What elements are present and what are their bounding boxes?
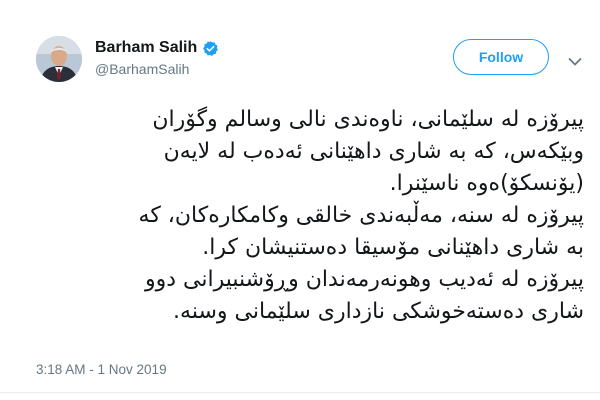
tweet-line: وبێکەس، کە بە شاری داهێنانی ئەدەب لە لای… [163, 139, 584, 164]
profile-photo-icon [36, 36, 82, 82]
follow-button[interactable]: Follow [453, 39, 549, 75]
tweet-text: پیرۆزە لە سلێمانی، ناوەندی نالی وسالم وگ… [36, 104, 584, 328]
tweet-timestamp[interactable]: 3:18 AM - 1 Nov 2019 [36, 362, 167, 377]
name-row: Barham Salih [95, 38, 219, 58]
tweet-line: بە شاری داهێنانی مۆسیقا دەستنیشان کرا. [202, 235, 584, 260]
tweet-line: پیرۆزە لە سنە، مەڵبەندی خالقی وکامکارەکا… [138, 203, 584, 228]
tweet-line: (یۆنسکۆ)ەوە ناسێنرا. [389, 171, 584, 196]
user-handle[interactable]: @BarhamSalih [95, 61, 189, 77]
tweet-line: پیرۆزە لە سلێمانی، ناوەندی نالی وسالم وگ… [152, 107, 584, 132]
display-name[interactable]: Barham Salih [95, 39, 197, 57]
avatar[interactable] [36, 36, 82, 82]
tweet-line: شاری دەستەخوشکی نازداری سلێمانی وسنە. [173, 299, 584, 324]
divider [0, 392, 600, 393]
tweet-card: Barham Salih @BarhamSalih Follow پیرۆزە … [0, 0, 600, 400]
verified-badge-icon [202, 40, 219, 57]
tweet-line: پیرۆزە لە ئەدیب وهونەرمەندان وڕۆشنبیرانی… [144, 267, 584, 292]
chevron-down-icon[interactable] [568, 52, 582, 66]
